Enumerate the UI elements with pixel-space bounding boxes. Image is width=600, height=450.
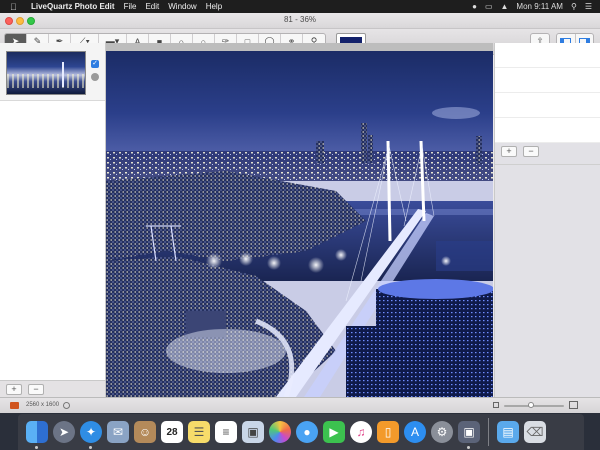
night-city-photo bbox=[106, 51, 493, 397]
inspector-footer: + − bbox=[495, 143, 600, 165]
zoom-out-icon[interactable] bbox=[493, 402, 499, 408]
launchpad-icon[interactable]: ➤ bbox=[53, 421, 75, 443]
layers-footer: + − bbox=[0, 380, 106, 397]
list-item[interactable] bbox=[495, 93, 600, 118]
add-item-button[interactable]: + bbox=[501, 146, 517, 157]
reminders-icon[interactable]: ≡ bbox=[215, 421, 237, 443]
itunes-icon[interactable]: ♫ bbox=[350, 421, 372, 443]
zoom-slider[interactable] bbox=[504, 402, 564, 408]
add-layer-button[interactable]: + bbox=[6, 384, 22, 395]
finder-icon[interactable] bbox=[26, 421, 48, 449]
dock-separator bbox=[488, 418, 489, 446]
spotlight-icon[interactable]: ⚲ bbox=[571, 2, 577, 11]
canvas-area[interactable] bbox=[106, 43, 493, 397]
layer-options-icon[interactable] bbox=[91, 73, 99, 81]
menu-file[interactable]: File bbox=[124, 2, 137, 11]
status-bar: 2560 x 1600 bbox=[0, 397, 600, 413]
title-bar: 81 - 36% bbox=[0, 13, 600, 29]
downloads-folder-icon[interactable]: ▤ bbox=[497, 421, 519, 443]
settings-gear-icon[interactable] bbox=[63, 402, 70, 409]
zoom-slider-knob[interactable] bbox=[528, 402, 534, 408]
system-preferences-icon[interactable]: ⚙ bbox=[431, 421, 453, 443]
calendar-icon[interactable]: 28 bbox=[161, 421, 183, 443]
messages-icon[interactable]: ● bbox=[296, 421, 318, 443]
apple-menu-icon[interactable]:  bbox=[10, 2, 22, 12]
notes-icon[interactable]: ☰ bbox=[188, 421, 210, 443]
remove-item-button[interactable]: − bbox=[523, 146, 539, 157]
zoom-in-icon[interactable] bbox=[569, 401, 578, 409]
image-size-label: 2560 x 1600 bbox=[26, 402, 60, 408]
window-title: 81 - 36% bbox=[283, 15, 317, 24]
wifi-icon[interactable]: ▲ bbox=[501, 2, 509, 11]
menu-edit[interactable]: Edit bbox=[145, 2, 159, 11]
livequartz-icon[interactable]: ▣ bbox=[458, 421, 480, 449]
menu-window[interactable]: Window bbox=[168, 2, 196, 11]
photos-icon[interactable] bbox=[269, 421, 291, 443]
layer-row[interactable]: ✓ bbox=[0, 43, 105, 101]
livequartz-status-icon[interactable]: ● bbox=[472, 2, 477, 11]
photo-image[interactable] bbox=[106, 51, 493, 397]
safari-icon[interactable]: ✦ bbox=[80, 421, 102, 449]
dock: ➤ ✦ ✉ ☺ 28 ☰ ≡ ▣ ● ▶ ♫ ▯ A ⚙ ▣ ▤ ⌫ bbox=[18, 414, 584, 450]
layers-panel: ✓ bbox=[0, 43, 106, 380]
preview-icon[interactable]: ▣ bbox=[242, 421, 264, 443]
image-size-icon bbox=[10, 402, 19, 409]
list-item[interactable] bbox=[495, 118, 600, 143]
layer-thumbnail bbox=[6, 51, 86, 95]
inspector-panel: + − bbox=[494, 43, 600, 397]
contacts-icon[interactable]: ☺ bbox=[134, 421, 156, 443]
remove-layer-button[interactable]: − bbox=[28, 384, 44, 395]
menu-help[interactable]: Help bbox=[206, 2, 222, 11]
menu-bar:  LiveQuartz Photo Edit File Edit Window… bbox=[0, 0, 600, 13]
app-store-icon[interactable]: A bbox=[404, 421, 426, 443]
trash-icon[interactable]: ⌫ bbox=[524, 421, 546, 443]
list-item[interactable] bbox=[495, 68, 600, 93]
mail-stamp-icon[interactable]: ✉ bbox=[107, 421, 129, 443]
display-icon[interactable]: ▭ bbox=[485, 2, 493, 11]
ibooks-icon[interactable]: ▯ bbox=[377, 421, 399, 443]
layer-visible-checkbox[interactable]: ✓ bbox=[91, 60, 99, 68]
notification-center-icon[interactable]: ☰ bbox=[585, 2, 592, 11]
clock[interactable]: Mon 9:11 AM bbox=[516, 2, 563, 11]
list-item[interactable] bbox=[495, 43, 600, 68]
facetime-icon[interactable]: ▶ bbox=[323, 421, 345, 443]
inspector-list bbox=[495, 43, 600, 143]
app-menu[interactable]: LiveQuartz Photo Edit bbox=[31, 2, 115, 11]
